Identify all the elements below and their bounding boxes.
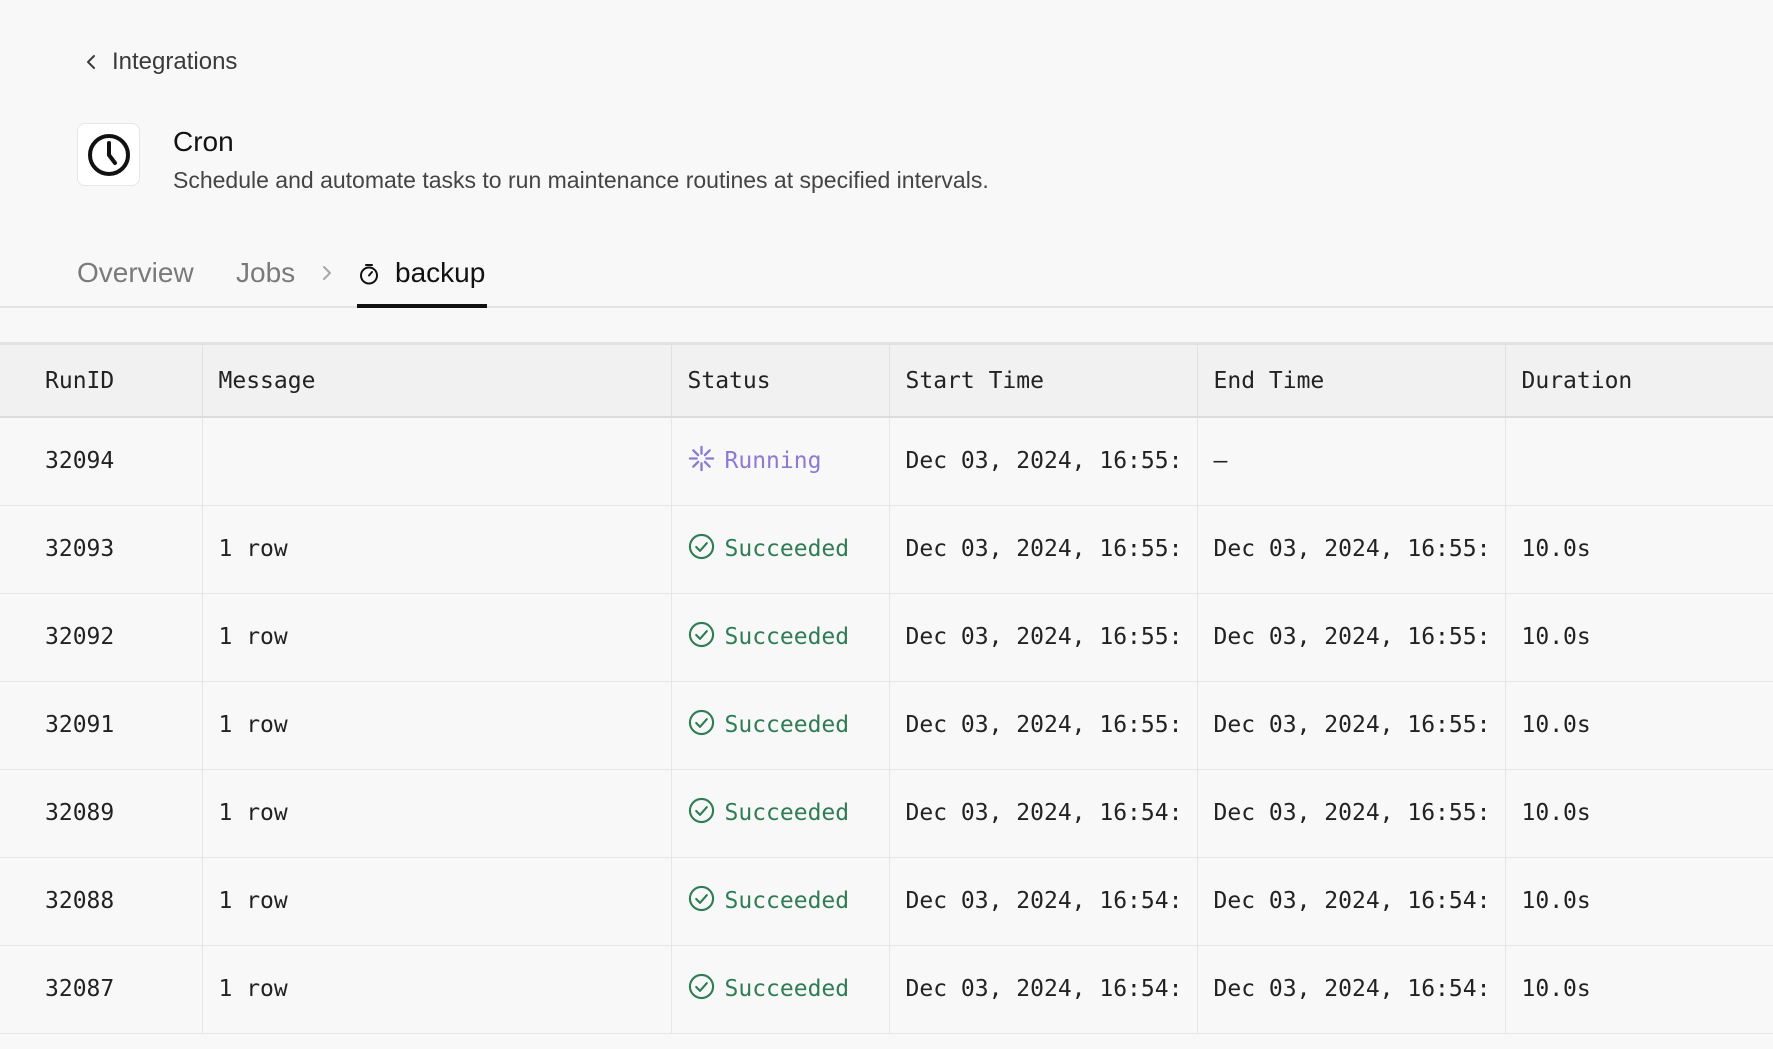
table-row[interactable]: 32089 1 row Succeeded Dec 03, 2024, 16:54: D… (0, 769, 1773, 858)
column-header-end-time[interactable]: End Time (1197, 345, 1506, 418)
cell-run-id: 32091 (0, 681, 203, 770)
tab-overview[interactable]: Overview (77, 256, 194, 290)
cell-duration (1505, 417, 1773, 506)
cell-status: Succeeded (671, 593, 890, 682)
check-circle-icon (688, 709, 715, 742)
cell-run-id: 32087 (0, 945, 203, 1034)
tab-bar: Overview Jobs backup (0, 250, 1773, 308)
cell-run-id: 32088 (0, 857, 203, 946)
cell-duration: 10.0s (1505, 945, 1773, 1034)
column-header-message[interactable]: Message (202, 345, 672, 418)
cell-status: Succeeded (671, 857, 890, 946)
tab-backup-label: backup (395, 257, 486, 288)
status-label: Succeeded (724, 976, 850, 1002)
cell-status: Succeeded (671, 505, 890, 594)
cell-message (202, 417, 672, 506)
back-link-label: Integrations (112, 48, 238, 75)
check-circle-icon (688, 797, 715, 830)
table-row[interactable]: 32088 1 row Succeeded Dec 03, 2024, 16:54: D… (0, 857, 1773, 946)
integration-logo (77, 123, 140, 186)
cell-run-id: 32092 (0, 593, 203, 682)
cell-end-time: – (1197, 417, 1506, 506)
table-row[interactable]: 32087 1 row Succeeded Dec 03, 2024, 16:54: D… (0, 945, 1773, 1034)
cell-message: 1 row (202, 857, 672, 946)
table-row[interactable]: 32094 Running Dec 03, 2024, 16:55: – (0, 417, 1773, 506)
cell-duration: 10.0s (1505, 593, 1773, 682)
check-circle-icon (688, 621, 715, 654)
cell-status: Succeeded (671, 769, 890, 858)
cell-run-id: 32094 (0, 417, 203, 506)
table-header-row: RunID Message Status Start Time End Time… (0, 345, 1773, 418)
cell-message: 1 row (202, 681, 672, 770)
cell-status: Running (671, 417, 890, 506)
column-header-duration[interactable]: Duration (1505, 345, 1773, 418)
chevron-left-icon (87, 55, 95, 69)
cell-start-time: Dec 03, 2024, 16:54: (889, 857, 1198, 946)
table-row[interactable]: 32093 1 row Succeeded Dec 03, 2024, 16:55: D… (0, 505, 1773, 594)
integration-title: Cron (173, 126, 234, 157)
runs-table: RunID Message Status Start Time End Time… (0, 342, 1773, 1034)
cell-start-time: Dec 03, 2024, 16:55: (889, 593, 1198, 682)
cell-end-time: Dec 03, 2024, 16:54: (1197, 857, 1506, 946)
back-to-integrations-link[interactable]: Integrations (82, 48, 237, 76)
tab-jobs[interactable]: Jobs (236, 256, 295, 290)
check-circle-icon (688, 885, 715, 918)
cell-message: 1 row (202, 769, 672, 858)
tab-backup[interactable]: backup (357, 250, 488, 308)
cell-duration: 10.0s (1505, 857, 1773, 946)
cell-message: 1 row (202, 945, 672, 1034)
cell-message: 1 row (202, 593, 672, 682)
check-circle-icon (688, 973, 715, 1006)
status-label: Succeeded (724, 888, 850, 914)
status-label: Succeeded (724, 800, 850, 826)
column-header-start-time[interactable]: Start Time (889, 345, 1198, 418)
column-header-runid[interactable]: RunID (0, 345, 203, 418)
cell-end-time: Dec 03, 2024, 16:55: (1197, 593, 1506, 682)
status-label: Succeeded (724, 536, 850, 562)
status-label: Running (724, 448, 822, 475)
cell-duration: 10.0s (1505, 769, 1773, 858)
cell-duration: 10.0s (1505, 681, 1773, 770)
cell-end-time: Dec 03, 2024, 16:54: (1197, 945, 1506, 1034)
cell-start-time: Dec 03, 2024, 16:55: (889, 505, 1198, 594)
status-label: Succeeded (724, 712, 850, 738)
cell-status: Succeeded (671, 681, 890, 770)
page: Integrations Cron Schedule and automate … (0, 0, 1773, 1049)
cell-end-time: Dec 03, 2024, 16:55: (1197, 681, 1506, 770)
cell-message: 1 row (202, 505, 672, 594)
cell-start-time: Dec 03, 2024, 16:54: (889, 769, 1198, 858)
cell-run-id: 32093 (0, 505, 203, 594)
cell-start-time: Dec 03, 2024, 16:55: (889, 681, 1198, 770)
chevron-right-icon (320, 264, 334, 287)
cell-run-id: 32089 (0, 769, 203, 858)
column-header-status[interactable]: Status (671, 345, 890, 418)
clock-icon (87, 133, 130, 176)
check-circle-icon (688, 533, 715, 566)
cell-end-time: Dec 03, 2024, 16:55: (1197, 505, 1506, 594)
table-row[interactable]: 32091 1 row Succeeded Dec 03, 2024, 16:55: D… (0, 681, 1773, 770)
cell-status: Succeeded (671, 945, 890, 1034)
stopwatch-icon (360, 264, 378, 285)
cell-duration: 10.0s (1505, 505, 1773, 594)
integration-description: Schedule and automate tasks to run maint… (173, 167, 989, 193)
cell-start-time: Dec 03, 2024, 16:55: (889, 417, 1198, 506)
integration-header: Cron Schedule and automate tasks to run … (77, 123, 989, 195)
cell-end-time: Dec 03, 2024, 16:55: (1197, 769, 1506, 858)
spinner-icon (688, 445, 715, 478)
status-label: Succeeded (724, 624, 850, 650)
cell-start-time: Dec 03, 2024, 16:54: (889, 945, 1198, 1034)
table-row[interactable]: 32092 1 row Succeeded Dec 03, 2024, 16:55: D… (0, 593, 1773, 682)
